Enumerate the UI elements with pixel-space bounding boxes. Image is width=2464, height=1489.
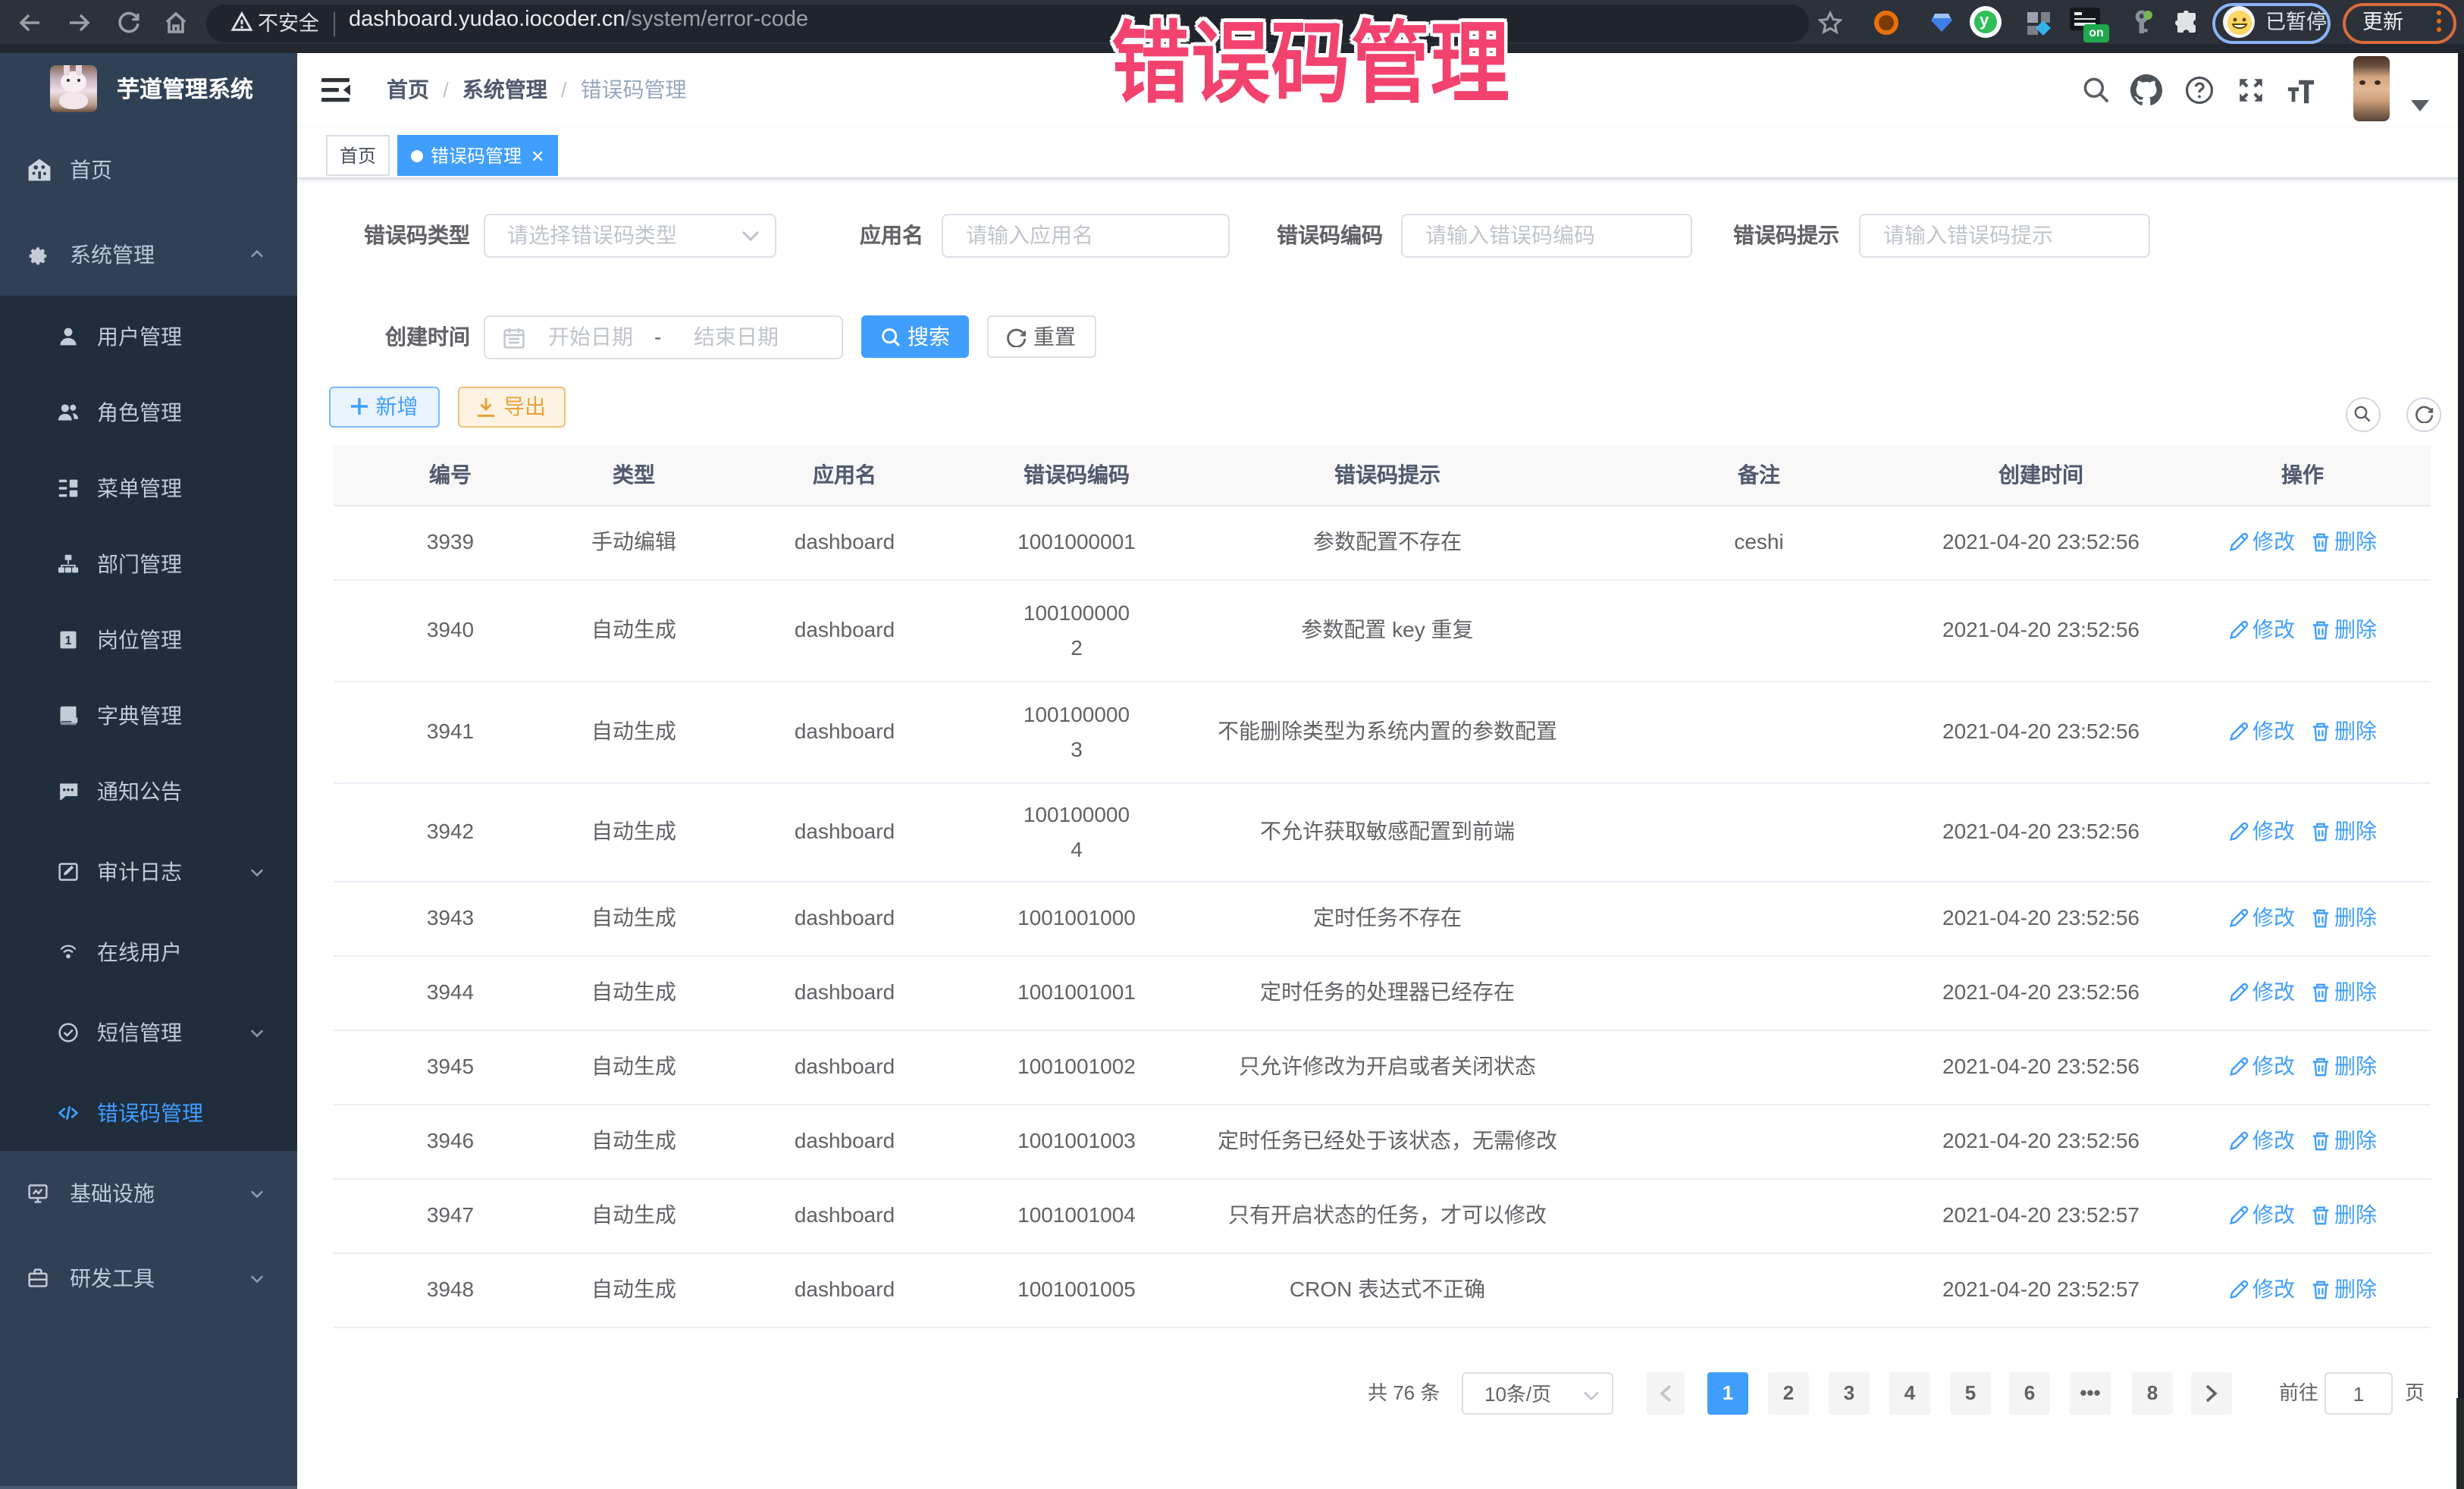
svg-text:1: 1 <box>65 635 72 647</box>
